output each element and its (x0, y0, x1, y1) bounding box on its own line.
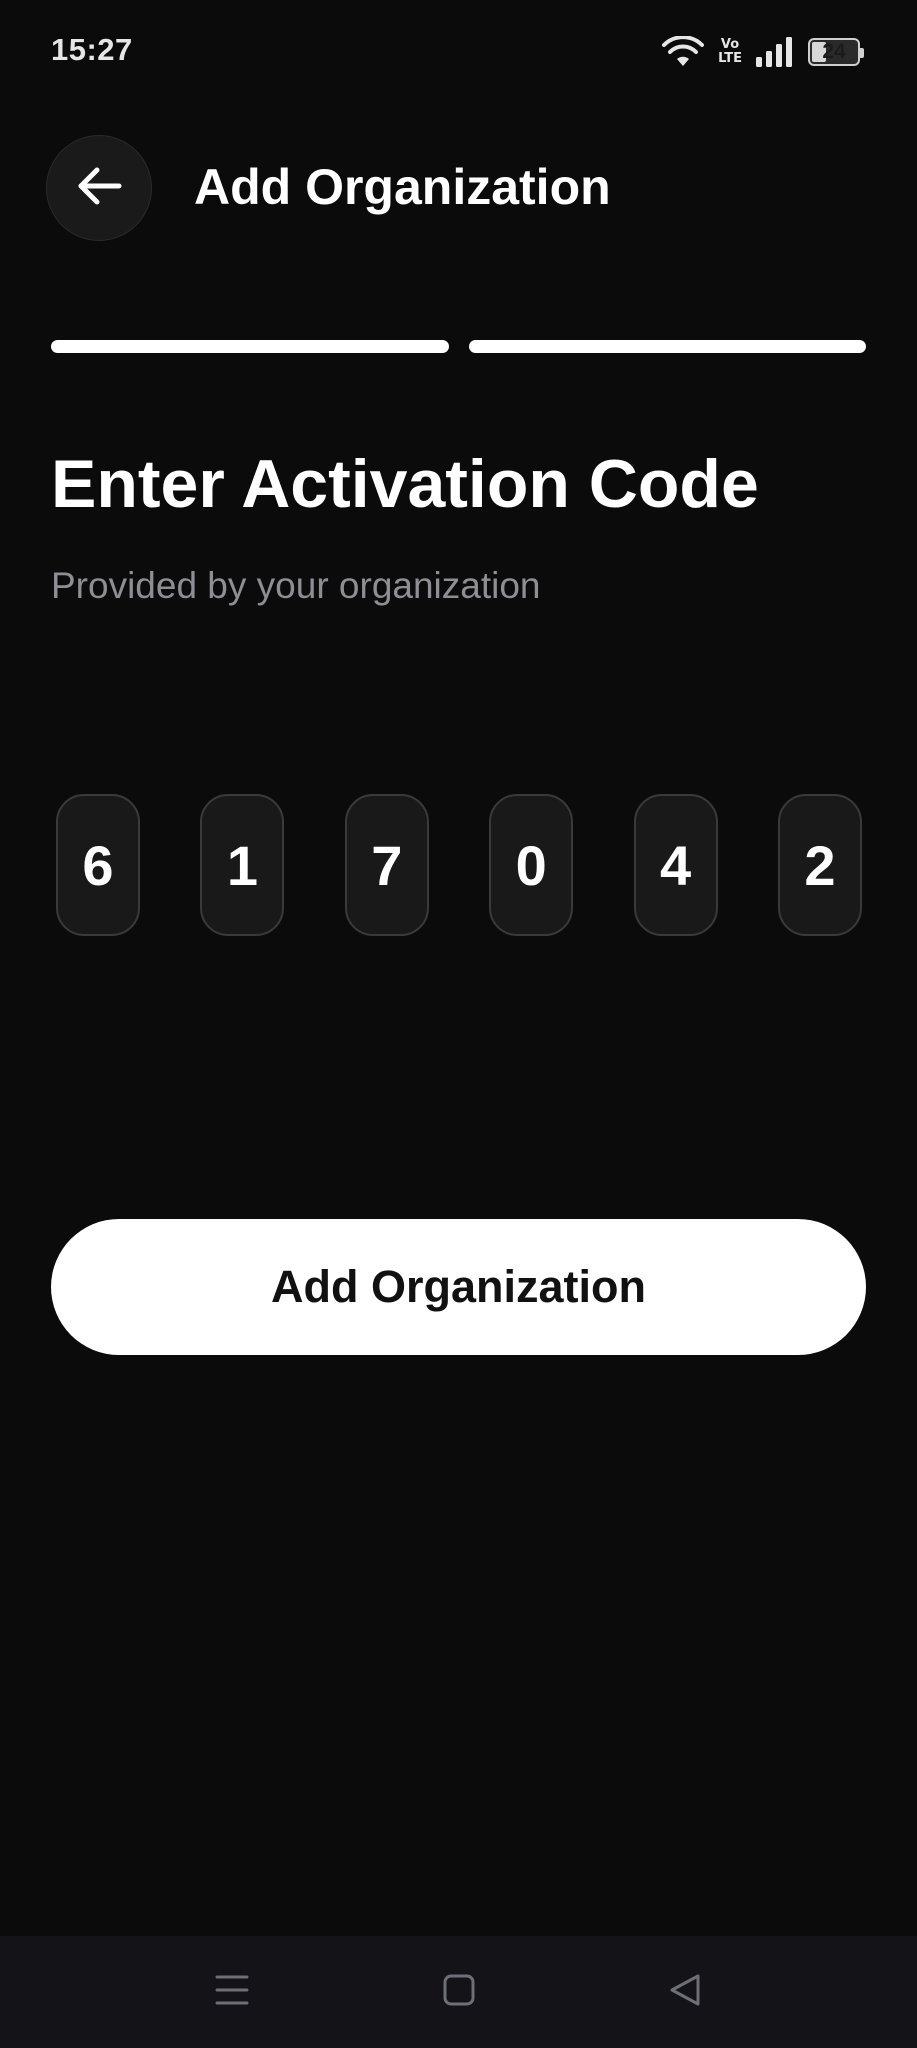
step-progress (51, 340, 866, 353)
back-button[interactable] (46, 135, 152, 241)
nav-back-button[interactable] (657, 1964, 713, 2020)
status-time: 15:27 (51, 32, 133, 67)
nav-menu-button[interactable] (204, 1964, 260, 2020)
battery-level: 24 (822, 40, 846, 63)
battery-icon: 24 (808, 38, 864, 66)
home-square-icon (443, 1974, 475, 2011)
code-digit-6[interactable]: 2 (777, 794, 862, 936)
volte-icon: Vo LTE (718, 37, 742, 66)
progress-step-1 (51, 340, 449, 353)
activation-code-input[interactable]: 6 1 7 0 4 2 (56, 794, 862, 936)
signal-icon (756, 37, 794, 67)
nav-home-button[interactable] (431, 1964, 487, 2020)
add-organization-button[interactable]: Add Organization (51, 1219, 866, 1355)
code-digit-1[interactable]: 6 (56, 794, 140, 936)
status-icons: Vo LTE 24 (662, 34, 864, 70)
menu-icon (215, 1974, 249, 2011)
back-triangle-icon (668, 1974, 702, 2011)
code-digit-3[interactable]: 7 (344, 794, 429, 936)
code-digit-5[interactable]: 4 (633, 794, 718, 936)
main-heading: Enter Activation Code (51, 446, 759, 522)
code-digit-2[interactable]: 1 (200, 794, 285, 936)
subheading: Provided by your organization (51, 565, 541, 606)
arrow-left-icon (75, 166, 123, 211)
status-bar: 15:27 Vo LTE 24 (0, 0, 917, 104)
code-digit-4[interactable]: 0 (489, 794, 574, 936)
progress-step-2 (468, 340, 866, 353)
page-title: Add Organization (194, 159, 611, 215)
system-nav-bar (0, 1936, 917, 2048)
wifi-icon (662, 36, 705, 68)
